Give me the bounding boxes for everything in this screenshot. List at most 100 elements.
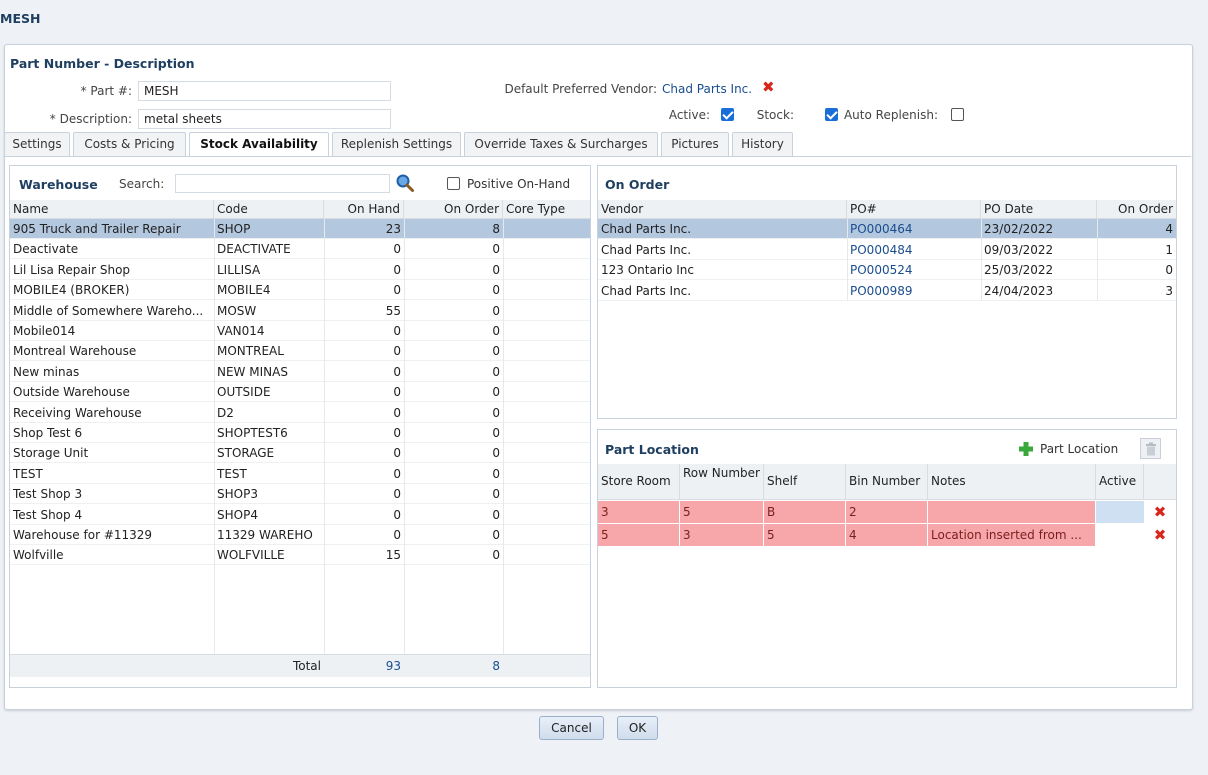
location-notes: Location inserted from ... <box>928 524 1096 546</box>
part-location-grid-header: Store Room Row Number Shelf Bin Number N… <box>598 464 1176 500</box>
po-number-link[interactable]: PO000989 <box>847 281 981 301</box>
tab-costs-pricing[interactable]: Costs & Pricing <box>73 132 186 156</box>
warehouse-on-hand: 0 <box>393 487 401 502</box>
warehouse-name: Lil Lisa Repair Shop <box>13 262 131 277</box>
po-number-link[interactable]: PO000524 <box>847 260 981 280</box>
delete-icon[interactable]: ✖ <box>1144 501 1176 523</box>
po-number-link[interactable]: PO000464 <box>847 219 981 239</box>
vendor-link[interactable]: Chad Parts Inc. <box>662 82 752 96</box>
location-row-number: 3 <box>680 524 764 546</box>
warehouse-on-hand: 0 <box>393 426 401 440</box>
location-active[interactable] <box>1096 524 1144 546</box>
location-bin-number: 4 <box>846 524 928 546</box>
warehouse-on-order: 0 <box>492 466 500 481</box>
table-row[interactable]: Chad Parts Inc. PO000464 23/02/2022 4 <box>598 219 1176 239</box>
part-number-field[interactable]: MESH <box>138 81 391 101</box>
col-notes[interactable]: Notes <box>928 464 1096 499</box>
column-divider <box>847 219 848 301</box>
table-row[interactable]: Chad Parts Inc. PO000989 24/04/2023 3 <box>598 281 1176 301</box>
warehouse-code: LILLISA <box>217 262 261 277</box>
warehouse-on-hand: 0 <box>393 446 401 461</box>
warehouse-panel: Warehouse Search: Positive On-Hand Name … <box>9 165 591 688</box>
search-icon[interactable] <box>395 173 415 193</box>
warehouse-on-order: 0 <box>492 324 500 338</box>
ok-button[interactable]: OK <box>617 716 658 740</box>
warehouse-code: OUTSIDE <box>217 385 271 400</box>
tab-pictures[interactable]: Pictures <box>661 132 729 156</box>
col-active[interactable]: Active <box>1096 464 1144 499</box>
location-active[interactable] <box>1096 501 1144 523</box>
search-label: Search: <box>119 177 165 191</box>
location-shelf: 5 <box>764 524 846 546</box>
table-row[interactable]: 5 3 5 4 Location inserted from ... ✖ <box>598 524 1176 546</box>
warehouse-on-hand: 0 <box>393 283 401 298</box>
warehouse-code: D2 <box>217 405 234 420</box>
col-on-order[interactable]: On Order <box>404 200 503 219</box>
warehouse-on-hand: 15 <box>385 548 401 563</box>
tab-history[interactable]: History <box>732 132 793 156</box>
active-checkbox[interactable] <box>721 108 734 121</box>
location-row-number: 5 <box>680 501 764 523</box>
auto-replenish-checkbox[interactable] <box>951 108 964 121</box>
col-delete <box>1144 464 1176 499</box>
location-notes <box>928 501 1096 523</box>
col-po-date[interactable]: PO Date <box>981 200 1097 219</box>
col-shelf[interactable]: Shelf <box>764 464 846 499</box>
warehouse-name: New minas <box>13 364 80 379</box>
description-label: * Description: <box>49 112 132 126</box>
on-order-panel: On Order Vendor PO# PO Date On Order Cha… <box>597 165 1177 419</box>
tab-divider <box>4 156 1191 157</box>
location-store-room: 3 <box>598 501 680 523</box>
delete-location-button[interactable] <box>1140 438 1161 459</box>
col-po-on-order[interactable]: On Order <box>1097 200 1176 219</box>
table-row[interactable]: Chad Parts Inc. PO000484 09/03/2022 1 <box>598 240 1176 260</box>
positive-onhand-checkbox[interactable] <box>447 177 460 190</box>
location-shelf: B <box>764 501 846 523</box>
total-on-order: 8 <box>492 659 500 673</box>
tab-replenish-settings[interactable]: Replenish Settings <box>332 132 461 156</box>
po-vendor: Chad Parts Inc. <box>601 222 692 236</box>
description-field[interactable]: metal sheets <box>138 109 391 129</box>
warehouse-name: Montreal Warehouse <box>13 344 137 359</box>
po-on-order: 3 <box>1165 283 1173 298</box>
warehouse-name: Storage Unit <box>13 446 89 461</box>
col-on-hand[interactable]: On Hand <box>324 200 404 219</box>
delete-icon[interactable]: ✖ <box>1144 524 1176 546</box>
tab-override-taxes[interactable]: Override Taxes & Surcharges <box>464 132 658 156</box>
add-part-location-label: Part Location <box>1040 442 1119 456</box>
col-code[interactable]: Code <box>214 200 324 219</box>
warehouse-search-input[interactable] <box>175 174 390 193</box>
column-divider <box>324 219 325 654</box>
po-on-order: 1 <box>1165 242 1173 257</box>
po-number-link[interactable]: PO000484 <box>847 240 981 260</box>
table-row[interactable]: 123 Ontario Inc PO000524 25/03/2022 0 <box>598 260 1176 280</box>
warehouse-total-row: Total 93 8 <box>10 654 590 677</box>
warehouse-on-hand: 0 <box>393 364 401 379</box>
warehouse-on-order: 0 <box>492 426 500 440</box>
warehouse-on-order: 0 <box>492 283 500 298</box>
warehouse-on-hand: 0 <box>393 528 401 542</box>
total-on-hand: 93 <box>385 659 401 673</box>
warehouse-code: VAN014 <box>217 324 265 338</box>
col-bin-number[interactable]: Bin Number <box>846 464 928 499</box>
table-row[interactable]: 3 5 B 2 ✖ <box>598 501 1176 523</box>
warehouse-code: SHOP4 <box>217 507 258 522</box>
warehouse-name: MOBILE4 (BROKER) <box>13 283 130 298</box>
col-core-type[interactable]: Core Type <box>503 200 590 219</box>
col-po[interactable]: PO# <box>847 200 981 219</box>
window-title-bar: MESH <box>0 0 1208 36</box>
warehouse-on-order: 0 <box>492 548 500 563</box>
warehouse-on-order: 0 <box>492 446 500 461</box>
tab-settings[interactable]: Settings <box>4 132 70 156</box>
cancel-button[interactable]: Cancel <box>539 716 604 740</box>
col-name[interactable]: Name <box>10 200 214 219</box>
clear-vendor-icon[interactable]: ✖ <box>762 78 775 96</box>
warehouse-on-hand: 23 <box>385 222 401 236</box>
tab-stock-availability[interactable]: Stock Availability <box>189 132 329 157</box>
col-row-number[interactable]: Row Number <box>680 464 764 499</box>
active-label: Active: <box>668 108 710 122</box>
warehouse-name: TEST <box>13 466 43 481</box>
part-location-panel: Part Location Part Location Store Room R… <box>597 429 1177 688</box>
col-store-room[interactable]: Store Room <box>598 464 680 499</box>
col-vendor[interactable]: Vendor <box>598 200 847 219</box>
